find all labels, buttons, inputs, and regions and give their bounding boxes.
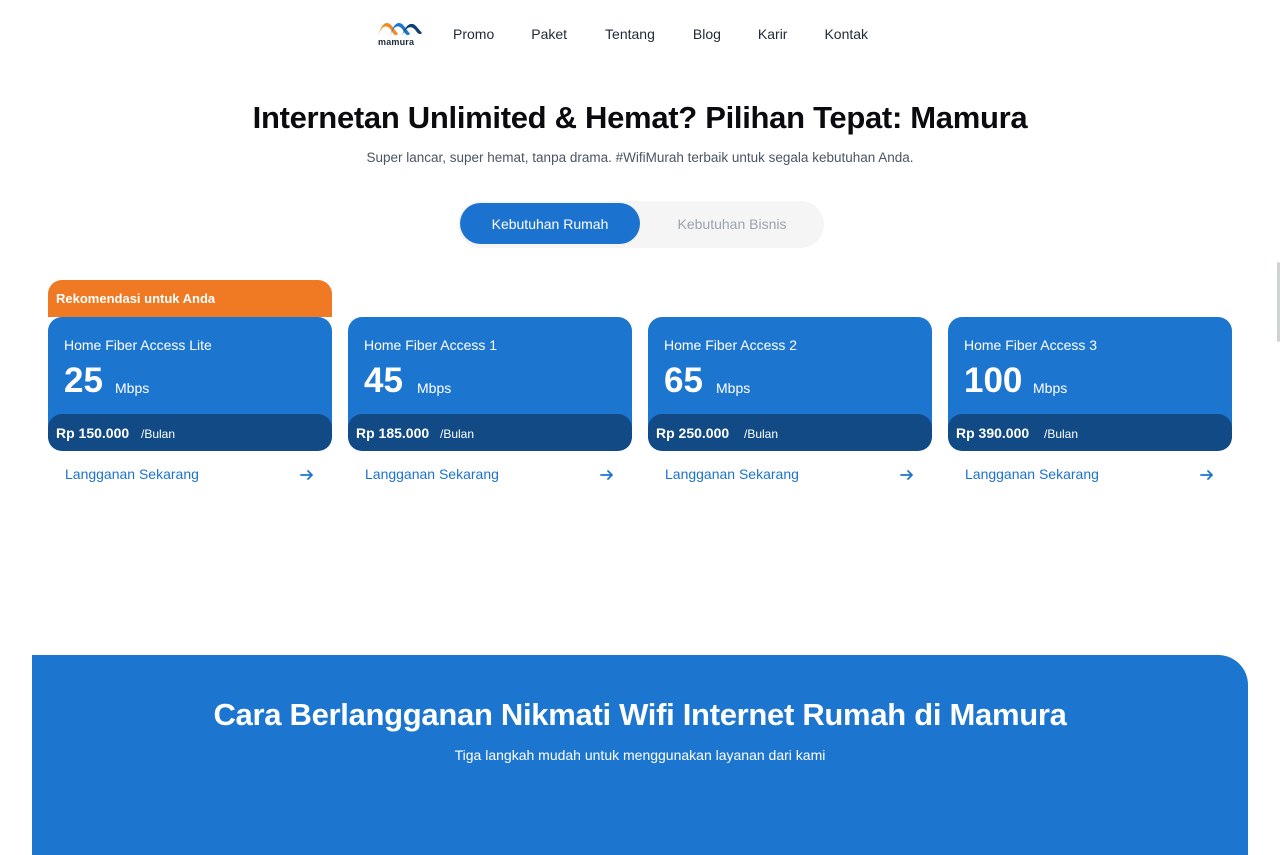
nav-karir[interactable]: Karir [758,26,788,42]
plan-name: Home Fiber Access 1 [364,337,498,353]
plan-name: Home Fiber Access 2 [664,337,798,353]
plan-card-body: Home Fiber Access Lite 25 Mbps Rp 150.00… [48,317,332,451]
logo-text: mamura [378,37,415,47]
how-to-subscribe-section: Cara Berlangganan Nikmati Wifi Internet … [32,655,1248,855]
plan-price: Rp 185.000 [356,425,430,441]
mamura-logo[interactable]: mamura [376,22,424,48]
plan-name: Home Fiber Access 3 [964,337,1098,353]
plan-speed-unit: Mbps [716,380,751,396]
plan-card-2: Home Fiber Access 2 65 Mbps Rp 250.000 /… [648,317,932,495]
plan-price: Rp 390.000 [956,425,1030,441]
plan-speed-unit: Mbps [417,380,452,396]
plan-speed: 65 [664,361,703,400]
main-nav: Promo Paket Tentang Blog Karir Kontak [453,26,868,42]
subscribe-link[interactable]: Langganan Sekarang [965,466,1215,486]
plan-name: Home Fiber Access Lite [64,337,212,353]
plan-category-toggle: Kebutuhan Rumah Kebutuhan Bisnis [458,201,824,248]
nav-tentang[interactable]: Tentang [605,26,655,42]
plan-speed-unit: Mbps [1033,380,1068,396]
plan-card-body: Home Fiber Access 3 100 Mbps Rp 390.000 … [948,317,1232,451]
subscribe-label: Langganan Sekarang [365,466,499,482]
nav-blog[interactable]: Blog [693,26,721,42]
plan-card-body: Home Fiber Access 1 45 Mbps Rp 185.000 /… [348,317,632,451]
subscribe-label: Langganan Sekarang [965,466,1099,482]
page-title: Internetan Unlimited & Hemat? Pilihan Te… [252,100,1028,135]
plan-speed: 100 [964,361,1023,400]
subscribe-link[interactable]: Langganan Sekarang [365,466,615,486]
plan-price-period: /Bulan [744,427,779,441]
plan-speed: 45 [364,361,403,400]
plan-price-period: /Bulan [440,427,475,441]
arrow-right-icon [600,470,613,480]
plan-price-bar: Rp 390.000 /Bulan [948,414,1232,451]
page-subtitle: Super lancar, super hemat, tanpa drama. … [366,150,914,165]
tab-kebutuhan-rumah[interactable]: Kebutuhan Rumah [460,203,640,244]
plan-price-period: /Bulan [141,427,176,441]
nav-promo[interactable]: Promo [453,26,494,42]
subscribe-label: Langganan Sekarang [65,466,199,482]
arrow-right-icon [900,470,913,480]
plan-price-period: /Bulan [1044,427,1079,441]
recommended-badge: Rekomendasi untuk Anda [48,280,332,317]
plan-price-bar: Rp 150.000 /Bulan [48,414,332,451]
plan-speed-unit: Mbps [115,380,150,396]
mamura-logo-icon [378,23,422,36]
section-subtitle: Tiga langkah mudah untuk menggunakan lay… [454,747,826,763]
arrow-right-icon [1200,470,1213,480]
plan-price: Rp 150.000 [56,425,130,441]
arrow-right-icon [300,470,313,480]
plan-price-bar: Rp 185.000 /Bulan [348,414,632,451]
plan-price: Rp 250.000 [656,425,730,441]
nav-kontak[interactable]: Kontak [824,26,868,42]
section-title: Cara Berlangganan Nikmati Wifi Internet … [213,697,1067,732]
tab-kebutuhan-bisnis[interactable]: Kebutuhan Bisnis [642,203,822,244]
subscribe-link[interactable]: Langganan Sekarang [65,466,315,486]
plan-card-lite: Rekomendasi untuk Anda Home Fiber Access… [48,280,332,495]
plan-card-1: Home Fiber Access 1 45 Mbps Rp 185.000 /… [348,317,632,495]
nav-paket[interactable]: Paket [531,26,567,42]
subscribe-link[interactable]: Langganan Sekarang [665,466,915,486]
site-header: mamura Promo Paket Tentang Blog Karir Ko… [0,0,1280,70]
plan-card-body: Home Fiber Access 2 65 Mbps Rp 250.000 /… [648,317,932,451]
plan-speed: 25 [64,361,103,400]
plan-price-bar: Rp 250.000 /Bulan [648,414,932,451]
subscribe-label: Langganan Sekarang [665,466,799,482]
plan-card-3: Home Fiber Access 3 100 Mbps Rp 390.000 … [948,317,1232,495]
